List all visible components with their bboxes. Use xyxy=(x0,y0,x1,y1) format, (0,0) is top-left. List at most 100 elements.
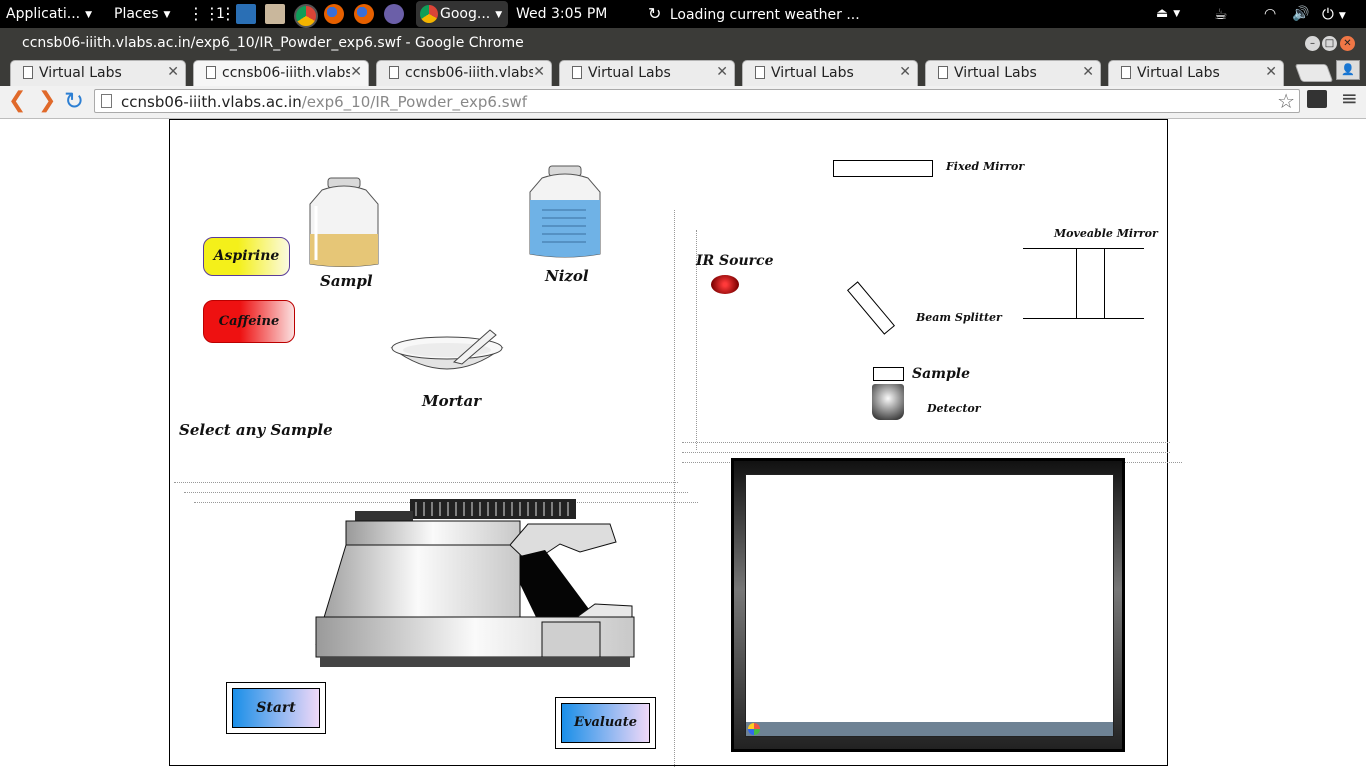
beam-splitter-shape xyxy=(846,281,896,335)
close-icon[interactable]: ✕ xyxy=(1265,64,1277,80)
evaluate-label: Evaluate xyxy=(561,703,650,743)
menu-icon[interactable]: ≡ xyxy=(1341,86,1358,110)
weather-label: Loading current weather ... xyxy=(669,7,860,23)
fixed-mirror-shape xyxy=(833,160,933,177)
sample-jar-label: Sampl xyxy=(320,272,373,290)
flash-experiment[interactable]: Aspirine Caffeine Sampl Nizol Mortar Sel… xyxy=(169,119,1182,767)
page-icon xyxy=(206,66,216,79)
panel-divider xyxy=(184,492,688,493)
apps-grid-icon[interactable]: ⋮⋮⋮ xyxy=(188,0,236,28)
forward-button[interactable]: ❯ xyxy=(38,89,56,113)
coffee-icon[interactable]: ☕ xyxy=(1214,0,1227,28)
page-icon xyxy=(23,66,33,79)
tab-ccnsb06[interactable]: ccnsb06-iiith.vlabs ✕ xyxy=(376,60,552,86)
new-tab-button[interactable] xyxy=(1294,64,1334,82)
ir-source-label: IR Source xyxy=(696,253,774,269)
refresh-icon: ↻ xyxy=(648,4,662,23)
close-icon[interactable]: ✕ xyxy=(167,64,179,80)
profile-icon[interactable]: 👤 xyxy=(1336,60,1360,80)
app-launcher-icon[interactable] xyxy=(384,4,404,24)
minimize-button[interactable]: – xyxy=(1305,36,1320,51)
reload-button[interactable]: ↻ xyxy=(64,89,84,113)
aspirine-button[interactable]: Aspirine xyxy=(203,237,290,276)
monitor-screen xyxy=(745,474,1114,737)
volume-icon[interactable]: 🔊 xyxy=(1292,0,1309,28)
sample-jar-icon[interactable] xyxy=(308,176,380,270)
url-host: ccnsb06-iiith.vlabs.ac.in xyxy=(121,93,302,111)
mortar-label: Mortar xyxy=(422,392,482,410)
chevron-down-icon: ▼ xyxy=(85,10,93,20)
close-icon[interactable]: ✕ xyxy=(350,64,362,80)
page-icon xyxy=(101,94,112,108)
panel-divider xyxy=(682,442,1170,443)
maximize-button[interactable]: □ xyxy=(1322,36,1337,51)
tab-title: ccnsb06-iiith.vlabs xyxy=(222,65,350,81)
close-icon[interactable]: ✕ xyxy=(1082,64,1094,80)
evaluate-button[interactable]: Evaluate xyxy=(555,697,656,749)
extension-icon[interactable] xyxy=(1307,90,1327,108)
clock[interactable]: Wed 3:05 PM xyxy=(516,0,607,28)
tab-title: Virtual Labs xyxy=(588,65,671,81)
desktop-icon[interactable] xyxy=(236,4,256,24)
window-titlebar[interactable]: ccnsb06-iiith.vlabs.ac.in/exp6_10/IR_Pow… xyxy=(0,28,1366,58)
applications-menu[interactable]: Applicati... ▼ xyxy=(6,0,92,28)
close-icon[interactable]: ✕ xyxy=(533,64,545,80)
close-window-button[interactable]: ✕ xyxy=(1340,36,1355,51)
page-icon xyxy=(1121,66,1131,79)
start-orb-icon xyxy=(748,723,760,735)
tab-virtual-labs[interactable]: Virtual Labs ✕ xyxy=(559,60,735,86)
moveable-mirror-shape xyxy=(1076,248,1105,319)
tab-virtual-labs[interactable]: Virtual Labs ✕ xyxy=(742,60,918,86)
weather-indicator[interactable]: ↻ Loading current weather ... xyxy=(648,0,860,28)
star-icon[interactable]: ☆ xyxy=(1277,89,1295,113)
start-button[interactable]: Start xyxy=(226,682,326,734)
panel-divider xyxy=(682,452,1170,453)
output-monitor xyxy=(731,458,1125,752)
sample-holder-shape xyxy=(873,367,904,381)
tab-virtual-labs[interactable]: Virtual Labs ✕ xyxy=(1108,60,1284,86)
firefox-icon[interactable] xyxy=(354,4,374,24)
chrome-task-button[interactable]: Goog... ▼ xyxy=(416,1,509,27)
panel-divider xyxy=(674,210,675,767)
detector-icon xyxy=(872,384,904,420)
tab-title: Virtual Labs xyxy=(1137,65,1220,81)
tab-virtual-labs[interactable]: Virtual Labs ✕ xyxy=(925,60,1101,86)
back-button[interactable]: ❮ xyxy=(8,89,26,113)
tab-title: Virtual Labs xyxy=(39,65,122,81)
wifi-icon[interactable]: ◠ xyxy=(1264,0,1276,28)
sample-label: Sample xyxy=(912,366,971,382)
fixed-mirror-label: Fixed Mirror xyxy=(946,160,1025,173)
tab-ccnsb06-active[interactable]: ccnsb06-iiith.vlabs ✕ xyxy=(193,60,369,86)
firefox-icon[interactable] xyxy=(324,4,344,24)
close-icon[interactable]: ✕ xyxy=(899,64,911,80)
tab-title: Virtual Labs xyxy=(954,65,1037,81)
page-icon xyxy=(389,66,399,79)
eject-icon[interactable]: ⏏ ▼ xyxy=(1156,0,1180,28)
address-bar[interactable]: ccnsb06-iiith.vlabs.ac.in/exp6_10/IR_Pow… xyxy=(94,89,1300,113)
caffeine-label: Caffeine xyxy=(218,314,280,329)
places-menu-label: Places xyxy=(114,6,159,22)
ir-source-icon xyxy=(711,275,739,294)
calculator-icon[interactable] xyxy=(265,4,285,24)
panel-divider xyxy=(174,482,678,483)
chrome-launcher-icon[interactable] xyxy=(294,4,318,28)
aspirine-label: Aspirine xyxy=(213,248,280,264)
moveable-mirror-label: Moveable Mirror xyxy=(1054,227,1158,240)
detector-label: Detector xyxy=(927,402,981,415)
chrome-icon xyxy=(420,5,438,23)
tab-strip: Virtual Labs ✕ ccnsb06-iiith.vlabs ✕ ccn… xyxy=(0,58,1366,86)
page-icon xyxy=(755,66,765,79)
tab-virtual-labs[interactable]: Virtual Labs ✕ xyxy=(10,60,186,86)
places-menu[interactable]: Places ▼ xyxy=(114,0,170,28)
chevron-down-icon: ▼ xyxy=(495,10,503,20)
applications-menu-label: Applicati... xyxy=(6,6,81,22)
workspace-indicator[interactable]: 1 xyxy=(216,0,225,28)
nizol-jar-label: Nizol xyxy=(545,267,589,285)
power-icon[interactable]: ⏻ ▼ xyxy=(1322,0,1346,28)
mortar-icon[interactable] xyxy=(390,326,504,388)
start-label: Start xyxy=(232,688,320,728)
page-icon xyxy=(572,66,582,79)
caffeine-button[interactable]: Caffeine xyxy=(203,300,295,343)
nizol-jar-icon[interactable] xyxy=(528,164,602,260)
close-icon[interactable]: ✕ xyxy=(716,64,728,80)
